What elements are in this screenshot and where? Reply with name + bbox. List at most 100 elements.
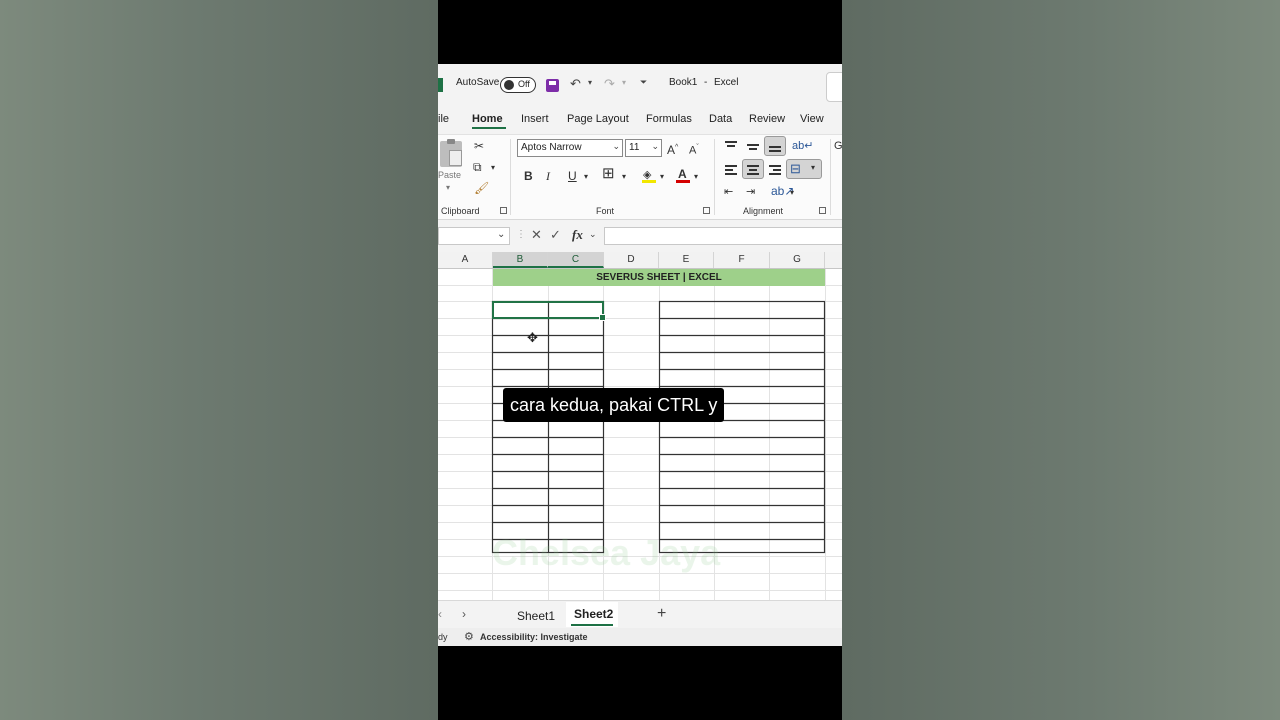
align-middle-icon[interactable]: [747, 141, 759, 153]
selected-range[interactable]: [492, 301, 606, 321]
chevron-down-icon[interactable]: ⌄: [589, 229, 597, 240]
worksheet-grid[interactable]: A B C D E F G SEVERUS SHEET | EXCEL ✥ Ch…: [438, 252, 842, 600]
align-left-icon[interactable]: [725, 164, 737, 176]
borders-dropdown-icon[interactable]: ▾: [622, 170, 626, 184]
autosave-label: AutoSave: [456, 77, 500, 88]
merge-center-button[interactable]: ⊟ ▾: [786, 159, 822, 179]
column-header-f[interactable]: F: [714, 252, 770, 268]
bold-button[interactable]: B: [524, 169, 533, 183]
font-family-select[interactable]: Aptos Narrow ⌄: [517, 139, 623, 157]
chevron-down-icon: ⌄: [497, 229, 506, 240]
align-right-icon[interactable]: [769, 164, 781, 176]
decrease-indent-icon[interactable]: ⇤: [724, 185, 733, 199]
paste-dropdown-icon[interactable]: ▾: [446, 181, 450, 195]
tab-home[interactable]: Home: [472, 113, 503, 125]
format-painter-icon[interactable]: 🖌: [474, 181, 489, 195]
underline-dropdown-icon[interactable]: ▾: [584, 170, 588, 184]
font-size-select[interactable]: 11 ⌄: [625, 139, 662, 157]
name-box[interactable]: ⌄: [438, 227, 510, 245]
column-header-b[interactable]: B: [493, 252, 548, 268]
chevron-down-icon: ⌄: [612, 141, 620, 151]
font-color-dropdown-icon[interactable]: ▾: [694, 170, 698, 184]
group-separator: [830, 139, 831, 215]
undo-icon[interactable]: ↶: [570, 76, 581, 92]
paste-icon[interactable]: [440, 139, 462, 167]
alignment-group-label: Alignment: [743, 206, 784, 216]
decrease-font-size-icon[interactable]: Aˇ: [689, 141, 699, 158]
copy-icon[interactable]: ⧉: [473, 160, 482, 174]
confirm-entry-icon[interactable]: ✓: [550, 227, 561, 243]
tab-insert[interactable]: Insert: [521, 113, 549, 125]
cell-cursor-icon: ✥: [527, 330, 538, 345]
align-bottom-icon[interactable]: [764, 136, 786, 156]
column-header-a[interactable]: A: [438, 252, 493, 268]
wrap-text-icon[interactable]: ab↵: [792, 139, 813, 153]
video-caption: cara kedua, pakai CTRL y: [503, 388, 725, 422]
save-icon[interactable]: [546, 79, 559, 92]
active-sheet-indicator: [571, 624, 613, 626]
title-banner-cell[interactable]: SEVERUS SHEET | EXCEL: [493, 269, 825, 286]
column-header-e[interactable]: E: [659, 252, 714, 268]
column-header-d[interactable]: D: [604, 252, 659, 268]
active-tab-indicator: [472, 127, 506, 129]
ready-status: dy: [438, 632, 448, 642]
cut-icon[interactable]: ✂: [474, 139, 484, 153]
title-separator: -: [704, 77, 708, 88]
excel-logo-icon: [438, 78, 443, 92]
cancel-entry-icon[interactable]: ✕: [531, 227, 542, 243]
tab-data[interactable]: Data: [709, 113, 732, 125]
increase-indent-icon[interactable]: ⇥: [746, 185, 755, 199]
accessibility-icon[interactable]: ⚙: [464, 630, 474, 643]
align-top-icon[interactable]: [725, 141, 737, 153]
tab-file[interactable]: ile: [438, 113, 449, 125]
sheet-tab-sheet1[interactable]: Sheet1: [517, 609, 555, 623]
underline-button[interactable]: U: [568, 169, 577, 183]
tab-page-layout[interactable]: Page Layout: [567, 113, 629, 125]
column-header-c[interactable]: C: [548, 252, 604, 268]
redo-dropdown-icon[interactable]: ▾: [622, 78, 626, 87]
insert-function-icon[interactable]: fx: [572, 227, 583, 243]
more-options-icon[interactable]: ⋮: [516, 229, 526, 240]
formula-bar-row: ⌄ ⋮ ✕ ✓ fx ⌄: [438, 224, 842, 248]
scroll-left-icon[interactable]: ‹: [438, 607, 442, 621]
align-center-icon[interactable]: [742, 159, 764, 179]
column-header-next[interactable]: [825, 252, 842, 268]
scroll-right-icon[interactable]: ›: [462, 607, 466, 621]
font-launcher-icon[interactable]: [703, 207, 710, 214]
sheet-tab-bar: ‹ › Sheet1 Sheet2 +: [438, 600, 842, 629]
paste-label[interactable]: Paste: [438, 170, 461, 180]
clipboard-launcher-icon[interactable]: [500, 207, 507, 214]
column-header-g[interactable]: G: [770, 252, 825, 268]
fill-color-icon[interactable]: ◈: [642, 168, 656, 183]
increase-font-size-icon[interactable]: A^: [667, 141, 678, 157]
copy-dropdown-icon[interactable]: ▾: [491, 161, 495, 175]
tab-view[interactable]: View: [800, 113, 824, 125]
font-color-icon[interactable]: A: [676, 167, 690, 183]
search-button[interactable]: [826, 72, 842, 102]
borders-icon[interactable]: ⊞: [602, 166, 615, 181]
sheet-tab-sheet2[interactable]: Sheet2: [574, 607, 613, 621]
autosave-toggle[interactable]: Off: [500, 77, 536, 93]
formula-input[interactable]: [604, 227, 842, 245]
font-family-value: Aptos Narrow: [521, 142, 582, 153]
accessibility-status[interactable]: Accessibility: Investigate: [480, 632, 588, 642]
book-title: Book1: [669, 77, 698, 88]
clipboard-group-label: Clipboard: [441, 206, 480, 216]
italic-button[interactable]: I: [546, 169, 550, 183]
number-format-icon[interactable]: G: [834, 139, 842, 153]
tab-formulas[interactable]: Formulas: [646, 113, 692, 125]
font-size-value: 11: [629, 142, 640, 153]
ribbon: Paste ▾ ✂ ⧉ ▾ 🖌 Clipboard Aptos Narrow ⌄…: [438, 134, 842, 220]
excel-window: AutoSave Off ↶ ▾ ↷ ▾ ⏷ Book1 - Excel ile…: [438, 64, 842, 646]
redo-icon[interactable]: ↷: [604, 76, 615, 92]
undo-dropdown-icon[interactable]: ▾: [588, 78, 592, 87]
tab-review[interactable]: Review: [749, 113, 785, 125]
fill-color-dropdown-icon[interactable]: ▾: [660, 170, 664, 184]
orientation-dropdown-icon[interactable]: ▾: [790, 186, 794, 200]
autosave-state: Off: [518, 79, 530, 89]
add-sheet-icon[interactable]: +: [657, 605, 666, 623]
title-bar: AutoSave Off ↶ ▾ ↷ ▾ ⏷ Book1 - Excel: [438, 64, 842, 106]
toggle-knob: [504, 80, 514, 90]
customize-toolbar-icon[interactable]: ⏷: [640, 77, 647, 88]
alignment-launcher-icon[interactable]: [819, 207, 826, 214]
